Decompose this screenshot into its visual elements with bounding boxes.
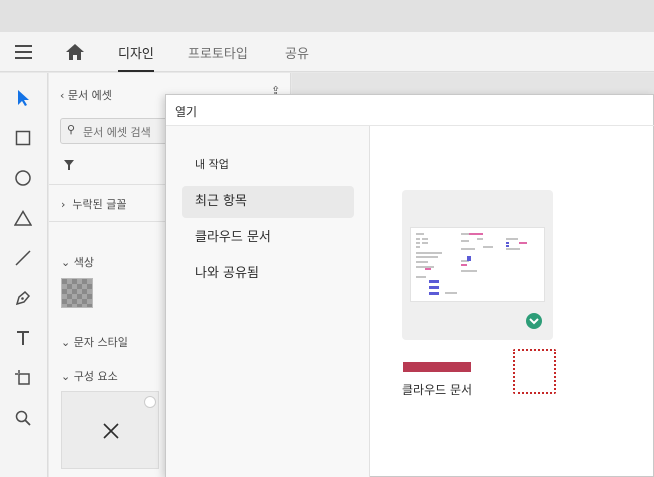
nav-item-recent[interactable]: 최근 항목 [182,186,354,218]
colors-label: 색상 [73,256,94,269]
tab-share[interactable]: 공유 [285,43,309,62]
hamburger-menu-icon[interactable] [15,45,32,59]
document-thumbnail[interactable] [402,190,553,340]
component-card[interactable] [61,391,159,469]
top-navigation: 디자인 프로토타입 공유 [0,32,654,72]
nav-item-shared-with-me[interactable]: 나와 공유됨 [182,258,354,290]
home-icon[interactable] [64,42,86,62]
search-icon: ⚲ [67,123,76,136]
chevron-down-icon: ⌄ [61,370,71,383]
chevron-down-icon: ⌄ [61,336,71,349]
chevron-right-icon: › [61,198,66,211]
line-icon[interactable] [12,247,34,269]
tab-prototype[interactable]: 프로토타입 [188,43,248,62]
document-title-bar [403,362,471,372]
filter-icon[interactable] [63,159,75,174]
back-button[interactable]: ‹ 문서 에셋 [60,87,112,103]
colors-section[interactable]: ⌄ 색상 [61,254,94,270]
character-styles-label: 문자 스타일 [73,336,128,349]
open-dialog: 열기 내 작업 최근 항목 클라우드 문서 나와 공유됨 클라우드 문서 [165,94,654,477]
artboard-icon[interactable] [12,367,34,389]
dialog-title: 열기 [175,105,198,119]
text-icon[interactable] [12,327,34,349]
pen-icon[interactable] [12,287,34,309]
components-label: 구성 요소 [73,370,118,383]
document-name[interactable]: 클라우드 문서 [402,381,472,398]
chevron-left-icon: ‹ [60,89,65,102]
color-swatch[interactable] [61,278,93,308]
components-section[interactable]: ⌄ 구성 요소 [61,368,118,384]
chevron-down-icon: ⌄ [61,256,71,269]
triangle-icon[interactable] [12,207,34,229]
ellipse-icon[interactable] [12,167,34,189]
dialog-sidebar: 내 작업 최근 항목 클라우드 문서 나와 공유됨 [166,126,370,477]
nav-item-cloud-documents[interactable]: 클라우드 문서 [182,222,354,254]
link-icon [144,396,156,408]
tool-bar [0,73,48,477]
panel-title: 문서 에셋 [67,89,112,102]
my-work-heading: 내 작업 [195,158,229,171]
select-arrow-icon[interactable] [12,87,34,109]
close-icon [103,423,119,439]
selection-highlight-box [513,349,556,394]
window-titlebar [0,0,654,32]
character-styles-section[interactable]: ⌄ 문자 스타일 [61,334,128,350]
document-preview-image [410,227,545,302]
missing-fonts-section[interactable]: › 누락된 글꼴 [61,196,127,212]
rectangle-icon[interactable] [12,127,34,149]
sync-status-icon [526,313,542,329]
zoom-icon[interactable] [12,407,34,429]
tab-design[interactable]: 디자인 [118,43,154,72]
search-placeholder: 문서 에셋 검색 [83,126,151,139]
missing-fonts-label: 누락된 글꼴 [72,198,127,211]
